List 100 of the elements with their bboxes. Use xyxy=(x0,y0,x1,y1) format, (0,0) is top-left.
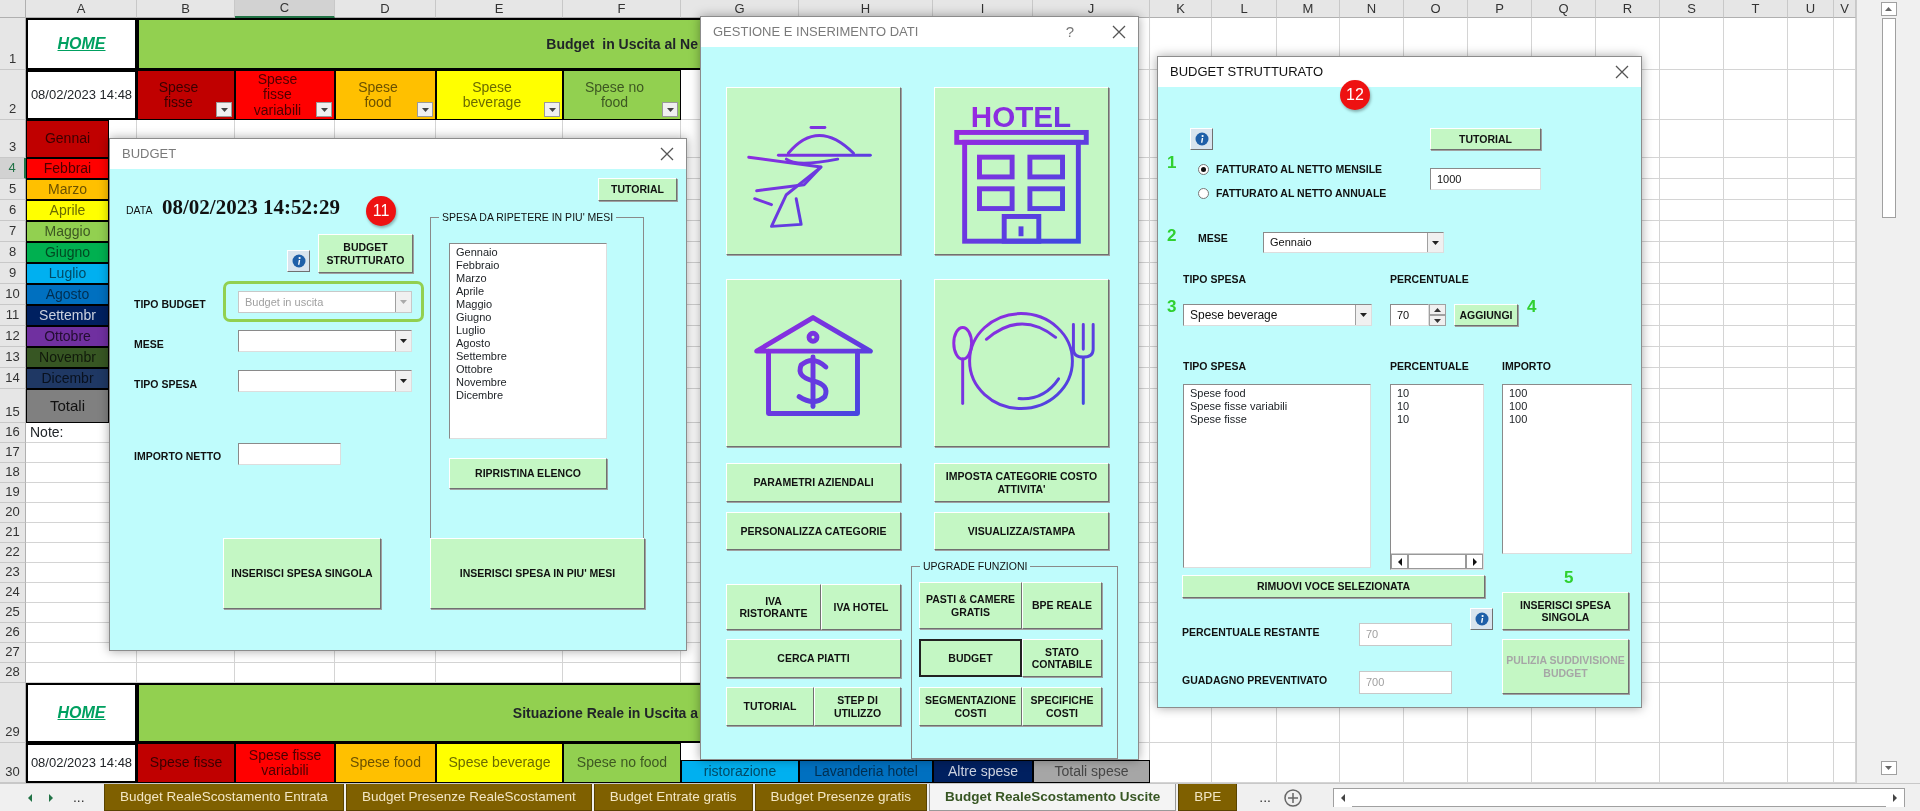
sheet-cell[interactable] xyxy=(1660,18,1724,70)
info-button[interactable] xyxy=(1470,608,1493,630)
sheet-cell[interactable] xyxy=(1660,683,1724,743)
amount-list[interactable]: 100 100 100 xyxy=(1502,384,1632,554)
row-number[interactable]: 18 xyxy=(0,463,26,483)
upgrade-button[interactable]: BUDGET xyxy=(919,639,1022,677)
column-header[interactable]: M xyxy=(1277,0,1340,18)
sheet-cell[interactable] xyxy=(1724,583,1788,603)
sheet-cell[interactable] xyxy=(1724,389,1788,423)
column-header[interactable]: V xyxy=(1834,0,1856,18)
row-number[interactable]: 3 xyxy=(0,120,26,158)
sheet-cell[interactable] xyxy=(1788,623,1834,643)
sheet-cell[interactable] xyxy=(1724,284,1788,305)
row-number[interactable]: 7 xyxy=(0,221,26,242)
list-item[interactable]: 10 xyxy=(1397,400,1477,413)
sheet-cell[interactable] xyxy=(1660,623,1724,643)
sheet-tab[interactable]: BPE xyxy=(1178,784,1238,811)
sheet-cell[interactable] xyxy=(1788,483,1834,503)
more-sheets-link[interactable]: ... xyxy=(1255,784,1275,811)
menu-button[interactable]: STEP DI UTILIZZO xyxy=(814,687,901,726)
filter-button[interactable] xyxy=(544,102,560,117)
upgrade-button[interactable]: SPECIFICHE COSTI xyxy=(1022,687,1102,726)
row-number[interactable]: 19 xyxy=(0,483,26,503)
restaurant-button[interactable] xyxy=(934,279,1109,447)
reset-list-button[interactable]: RIPRISTINA ELENCO xyxy=(449,458,607,489)
filter-button[interactable] xyxy=(316,102,332,117)
percent-field[interactable]: 70 xyxy=(1390,304,1429,326)
close-button[interactable] xyxy=(1615,65,1629,79)
sheet-cell[interactable] xyxy=(1660,305,1724,326)
filter-button[interactable] xyxy=(216,102,232,117)
sheet-cell[interactable] xyxy=(1660,563,1724,583)
column-header[interactable]: Q xyxy=(1532,0,1596,18)
column-header[interactable]: S xyxy=(1660,0,1724,18)
list-item[interactable]: Marzo xyxy=(456,272,600,285)
sheet-cell[interactable] xyxy=(1724,483,1788,503)
sheet-cell[interactable] xyxy=(1660,503,1724,523)
row-number[interactable]: 20 xyxy=(0,503,26,523)
row-number[interactable]: 4 xyxy=(0,158,26,179)
list-item[interactable]: Giugno xyxy=(456,311,600,324)
previous-sheet-button[interactable] xyxy=(27,792,34,803)
sheet-cell[interactable] xyxy=(1724,305,1788,326)
menu-button[interactable]: IMPOSTA CATEGORIE COSTO ATTIVITA' xyxy=(934,463,1109,502)
sheet-tab[interactable]: Budget RealeScostamento Uscite xyxy=(928,784,1177,811)
row-number[interactable]: 15 xyxy=(0,389,26,423)
sheet-cell[interactable] xyxy=(1788,643,1834,663)
sheet-cell[interactable] xyxy=(1660,463,1724,483)
sheet-cell[interactable] xyxy=(1724,347,1788,368)
column-header[interactable]: J xyxy=(1033,0,1150,18)
sheet-cell[interactable] xyxy=(1788,18,1834,70)
sheet-cell[interactable] xyxy=(1660,284,1724,305)
sheet-cell[interactable] xyxy=(1660,603,1724,623)
sheet-cell[interactable] xyxy=(1660,583,1724,603)
row-number[interactable]: 30 xyxy=(0,743,26,783)
more-sheets-link[interactable]: ... xyxy=(68,787,89,808)
column-header[interactable]: A xyxy=(26,0,137,18)
column-header[interactable]: K xyxy=(1150,0,1212,18)
column-header[interactable]: E xyxy=(436,0,563,18)
scroll-up-button[interactable] xyxy=(1880,2,1897,16)
upgrade-button[interactable]: PASTI & CAMERE GRATIS xyxy=(919,582,1022,629)
spin-up-button[interactable] xyxy=(1429,304,1446,315)
sheet-cell[interactable] xyxy=(1724,543,1788,563)
sheet-cell[interactable] xyxy=(1660,263,1724,284)
input-field[interactable] xyxy=(238,443,341,465)
sheet-cell[interactable] xyxy=(1724,683,1788,743)
sheet-cell[interactable] xyxy=(1788,158,1834,179)
expense-type-list[interactable]: Spese food Spese fisse variabili Spese fisse xyxy=(1183,384,1371,568)
sheet-cell[interactable] xyxy=(1788,523,1834,543)
list-item[interactable]: Luglio xyxy=(456,324,600,337)
sheet-cell[interactable] xyxy=(1724,368,1788,389)
sheet-cell[interactable] xyxy=(1724,523,1788,543)
sheet-cell[interactable] xyxy=(1724,70,1788,120)
sheet-tab[interactable]: Budget Entrate gratis xyxy=(593,784,753,811)
sheet-cell[interactable] xyxy=(1788,389,1834,423)
dropdown-button[interactable] xyxy=(395,371,411,391)
sheet-cell[interactable] xyxy=(1660,523,1724,543)
row-number[interactable]: 27 xyxy=(0,643,26,663)
scroll-left-button[interactable] xyxy=(1391,554,1408,569)
sheet-cell[interactable] xyxy=(1660,326,1724,347)
select-all-button[interactable] xyxy=(0,0,26,18)
dropdown-button[interactable] xyxy=(1427,233,1443,252)
sheet-cell[interactable] xyxy=(1788,663,1834,683)
list-item[interactable]: 10 xyxy=(1397,413,1477,426)
remove-item-button[interactable]: RIMUOVI VOCE SELEZIONATA xyxy=(1182,575,1485,598)
sheet-cell[interactable] xyxy=(1660,158,1724,179)
sheet-cell[interactable] xyxy=(1724,463,1788,483)
row-number[interactable]: 8 xyxy=(0,242,26,263)
radio-button[interactable] xyxy=(1198,164,1209,175)
sheet-cell[interactable] xyxy=(1660,423,1724,443)
scroll-thumb[interactable] xyxy=(1881,18,1896,218)
structured-budget-button[interactable]: BUDGET STRUTTURATO xyxy=(318,234,413,273)
row-number[interactable]: 25 xyxy=(0,603,26,623)
row-number[interactable]: 11 xyxy=(0,305,26,326)
column-header[interactable]: F xyxy=(563,0,681,18)
sheet-cell[interactable] xyxy=(1788,179,1834,200)
sheet-cell[interactable] xyxy=(1724,158,1788,179)
sheet-cell[interactable] xyxy=(1788,463,1834,483)
list-item[interactable]: Spese fisse variabili xyxy=(1190,400,1364,413)
sheet-cell[interactable] xyxy=(1660,200,1724,221)
sheet-cell[interactable] xyxy=(1724,623,1788,643)
row-number[interactable]: 26 xyxy=(0,623,26,643)
